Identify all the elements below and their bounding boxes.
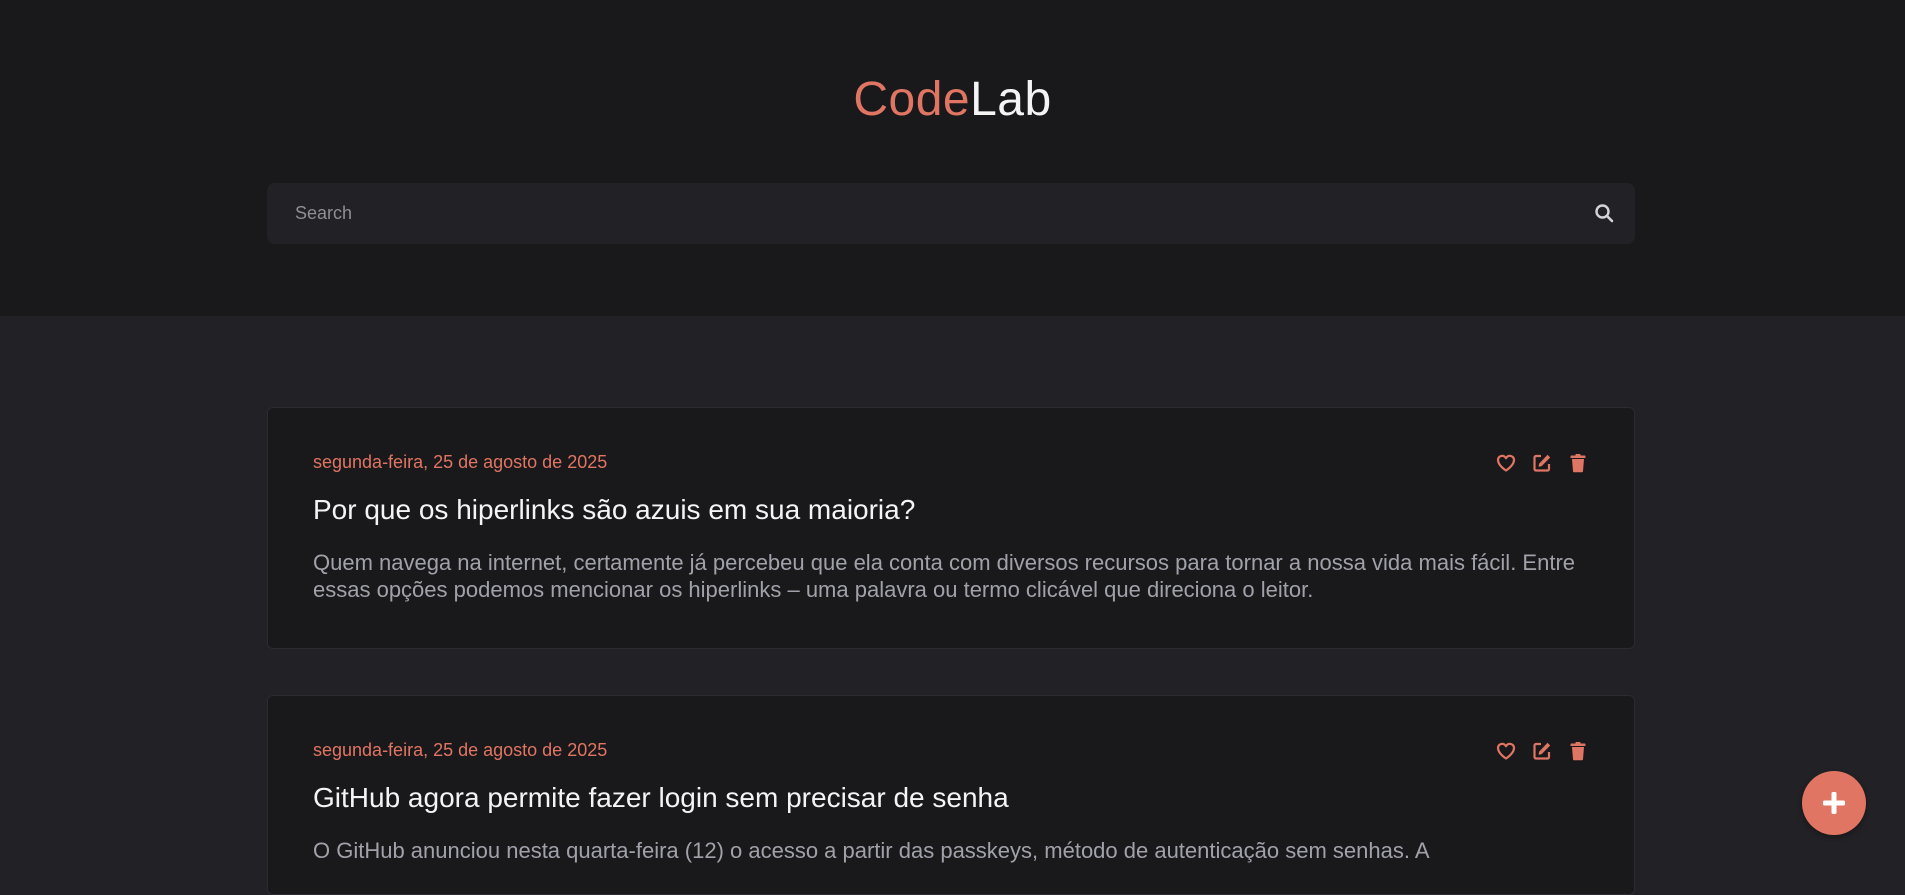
like-button[interactable] [1495,740,1517,762]
post-card[interactable]: segunda-feira, 25 de agosto de 2025 GitH… [267,695,1635,895]
search-icon [1595,204,1614,223]
like-button[interactable] [1495,452,1517,474]
edit-button[interactable] [1531,740,1553,762]
post-title[interactable]: Por que os hiperlinks são azuis em sua m… [313,494,915,526]
post-date: segunda-feira, 25 de agosto de 2025 [313,740,608,760]
add-post-button[interactable] [1802,771,1866,835]
search-input[interactable] [267,183,1567,244]
logo-lab: Lab [970,73,1052,126]
trash-icon [1570,742,1586,761]
header: CodeLab [0,0,1905,316]
edit-icon [1533,742,1551,760]
plus-icon [1823,792,1845,814]
post-excerpt: O GitHub anunciou nesta quarta-feira (12… [313,838,1430,863]
post-actions [1495,740,1589,762]
search-bar [267,183,1635,244]
search-button[interactable] [1591,200,1617,226]
post-actions [1495,452,1589,474]
edit-button[interactable] [1531,452,1553,474]
post-date: segunda-feira, 25 de agosto de 2025 [313,452,608,472]
heart-icon [1496,742,1516,760]
logo-code: Code [853,73,971,126]
edit-icon [1533,454,1551,472]
post-excerpt: Quem navega na internet, certamente já p… [313,550,1576,602]
trash-icon [1570,454,1586,473]
post-title[interactable]: GitHub agora permite fazer login sem pre… [313,782,1009,814]
delete-button[interactable] [1567,740,1589,762]
post-card[interactable]: segunda-feira, 25 de agosto de 2025 Por … [267,407,1635,649]
delete-button[interactable] [1567,452,1589,474]
logo[interactable]: CodeLab [0,72,1905,128]
heart-icon [1496,454,1516,472]
